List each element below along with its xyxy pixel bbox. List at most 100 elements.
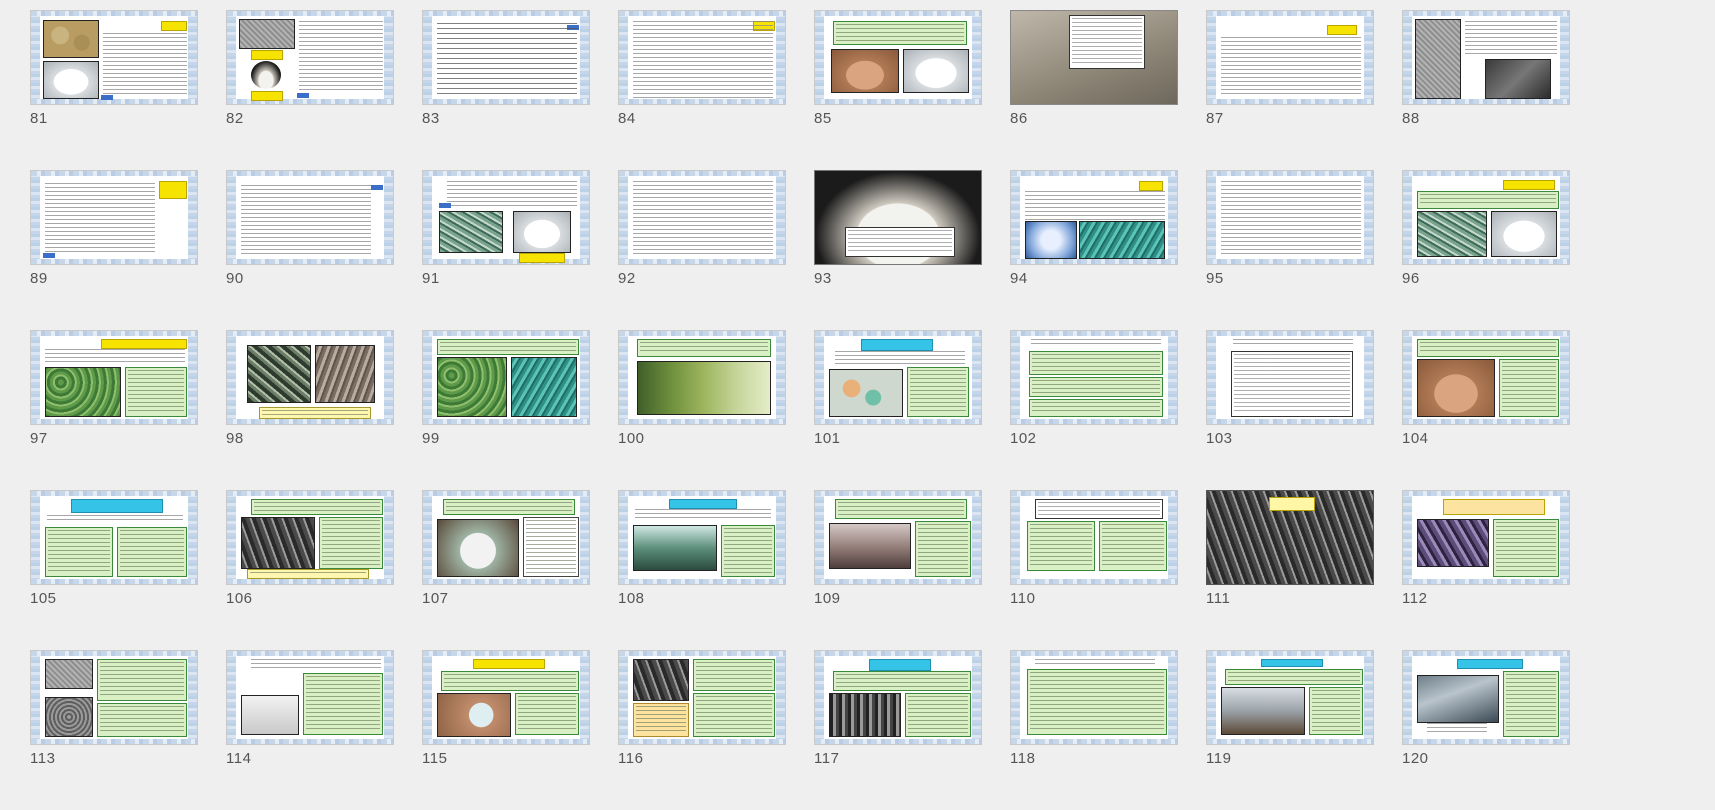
slide-thumbnail[interactable] <box>226 490 394 585</box>
slide-cell: 88 <box>1402 10 1598 170</box>
slide-cell: 93 <box>814 170 1010 330</box>
slide-thumbnail[interactable] <box>1206 170 1374 265</box>
slide-thumbnail[interactable] <box>422 10 590 105</box>
photo <box>633 525 717 571</box>
slide-thumbnail[interactable] <box>226 170 394 265</box>
slide-thumbnail[interactable] <box>618 170 786 265</box>
slide-thumbnail[interactable] <box>30 490 198 585</box>
slide-thumbnail[interactable] <box>226 10 394 105</box>
slide-cell: 120 <box>1402 650 1598 810</box>
text-block <box>1025 191 1165 221</box>
slide-number: 92 <box>618 270 636 287</box>
slide-thumbnail[interactable] <box>1402 490 1570 585</box>
photo <box>1221 687 1305 735</box>
photo <box>511 357 577 417</box>
slide-cell: 89 <box>30 170 226 330</box>
slide-sorter-grid: 81 82 83 84 85 86 87 88 89 90 91 92 93 9… <box>0 0 1715 787</box>
slide-number: 97 <box>30 430 48 447</box>
slide-thumbnail[interactable] <box>1402 170 1570 265</box>
text-box <box>441 671 579 691</box>
photo <box>1417 359 1495 417</box>
photo <box>43 61 99 99</box>
blue-arrow-icon <box>297 93 309 98</box>
slide-thumbnail[interactable] <box>30 170 198 265</box>
slide-thumbnail[interactable] <box>422 490 590 585</box>
slide-thumbnail[interactable] <box>1402 330 1570 425</box>
photo <box>1491 211 1557 257</box>
slide-thumbnail[interactable] <box>30 650 198 745</box>
slide-thumbnail[interactable] <box>618 490 786 585</box>
slide-thumbnail[interactable] <box>814 490 982 585</box>
slide-cell: 92 <box>618 170 814 330</box>
slide-cell: 91 <box>422 170 618 330</box>
slide-cell: 118 <box>1010 650 1206 810</box>
table <box>1231 351 1353 417</box>
title-tag <box>869 659 931 671</box>
caption-box <box>259 407 371 419</box>
text-block <box>45 349 185 365</box>
slide-thumbnail[interactable] <box>1206 490 1374 585</box>
slide-thumbnail[interactable] <box>30 10 198 105</box>
text-box <box>117 527 187 577</box>
slide-thumbnail[interactable] <box>226 330 394 425</box>
slide-cell: 107 <box>422 490 618 650</box>
slide-thumbnail[interactable] <box>618 330 786 425</box>
text-box <box>1029 351 1163 375</box>
slide-thumbnail[interactable] <box>814 650 982 745</box>
slide-thumbnail[interactable] <box>618 650 786 745</box>
slide-number: 103 <box>1206 430 1233 447</box>
text-box <box>721 525 775 577</box>
text-box <box>1029 399 1163 417</box>
slide-cell: 85 <box>814 10 1010 170</box>
slide-cell: 112 <box>1402 490 1598 650</box>
slide-cell: 100 <box>618 330 814 490</box>
text-box <box>833 21 967 45</box>
text-box <box>319 517 383 569</box>
slide-thumbnail[interactable] <box>1010 650 1178 745</box>
text-box <box>45 527 113 577</box>
slide-thumbnail[interactable] <box>422 330 590 425</box>
slide-thumbnail[interactable] <box>1206 10 1374 105</box>
text-box <box>97 703 187 737</box>
slide-cell: 116 <box>618 650 814 810</box>
slide-thumbnail[interactable] <box>1010 330 1178 425</box>
slide-thumbnail[interactable] <box>422 170 590 265</box>
photo <box>251 61 281 89</box>
photo <box>45 697 93 737</box>
title-tag <box>1139 181 1163 191</box>
slide-thumbnail[interactable] <box>1402 650 1570 745</box>
title-tag <box>473 659 545 669</box>
slide-thumbnail[interactable] <box>226 650 394 745</box>
slide-thumbnail[interactable] <box>422 650 590 745</box>
slide-cell: 111 <box>1206 490 1402 650</box>
text-box <box>1417 191 1559 209</box>
slide-number: 91 <box>422 270 440 287</box>
photo <box>1417 675 1499 723</box>
text-box <box>1027 669 1167 735</box>
slide-thumbnail[interactable] <box>814 330 982 425</box>
slide-thumbnail[interactable] <box>1010 490 1178 585</box>
slide-thumbnail[interactable] <box>30 330 198 425</box>
slide-cell: 84 <box>618 10 814 170</box>
slide-number: 102 <box>1010 430 1037 447</box>
slide-cell: 81 <box>30 10 226 170</box>
slide-cell: 108 <box>618 490 814 650</box>
slide-number: 113 <box>30 750 56 767</box>
slide-thumbnail[interactable] <box>1206 650 1374 745</box>
text-box <box>833 671 971 691</box>
slide-thumbnail[interactable] <box>1010 170 1178 265</box>
slide-cell: 96 <box>1402 170 1598 330</box>
slide-thumbnail[interactable] <box>1402 10 1570 105</box>
text-block <box>635 509 771 521</box>
slide-thumbnail[interactable] <box>618 10 786 105</box>
slide-thumbnail[interactable] <box>1206 330 1374 425</box>
text-box <box>1069 15 1145 69</box>
text-block <box>241 185 371 257</box>
slide-thumbnail[interactable] <box>814 10 982 105</box>
slide-cell: 99 <box>422 330 618 490</box>
text-box <box>915 521 971 577</box>
slide-thumbnail[interactable] <box>814 170 982 265</box>
text-box <box>1099 521 1167 571</box>
slide-thumbnail[interactable] <box>1010 10 1178 105</box>
blue-arrow-icon <box>371 185 383 190</box>
